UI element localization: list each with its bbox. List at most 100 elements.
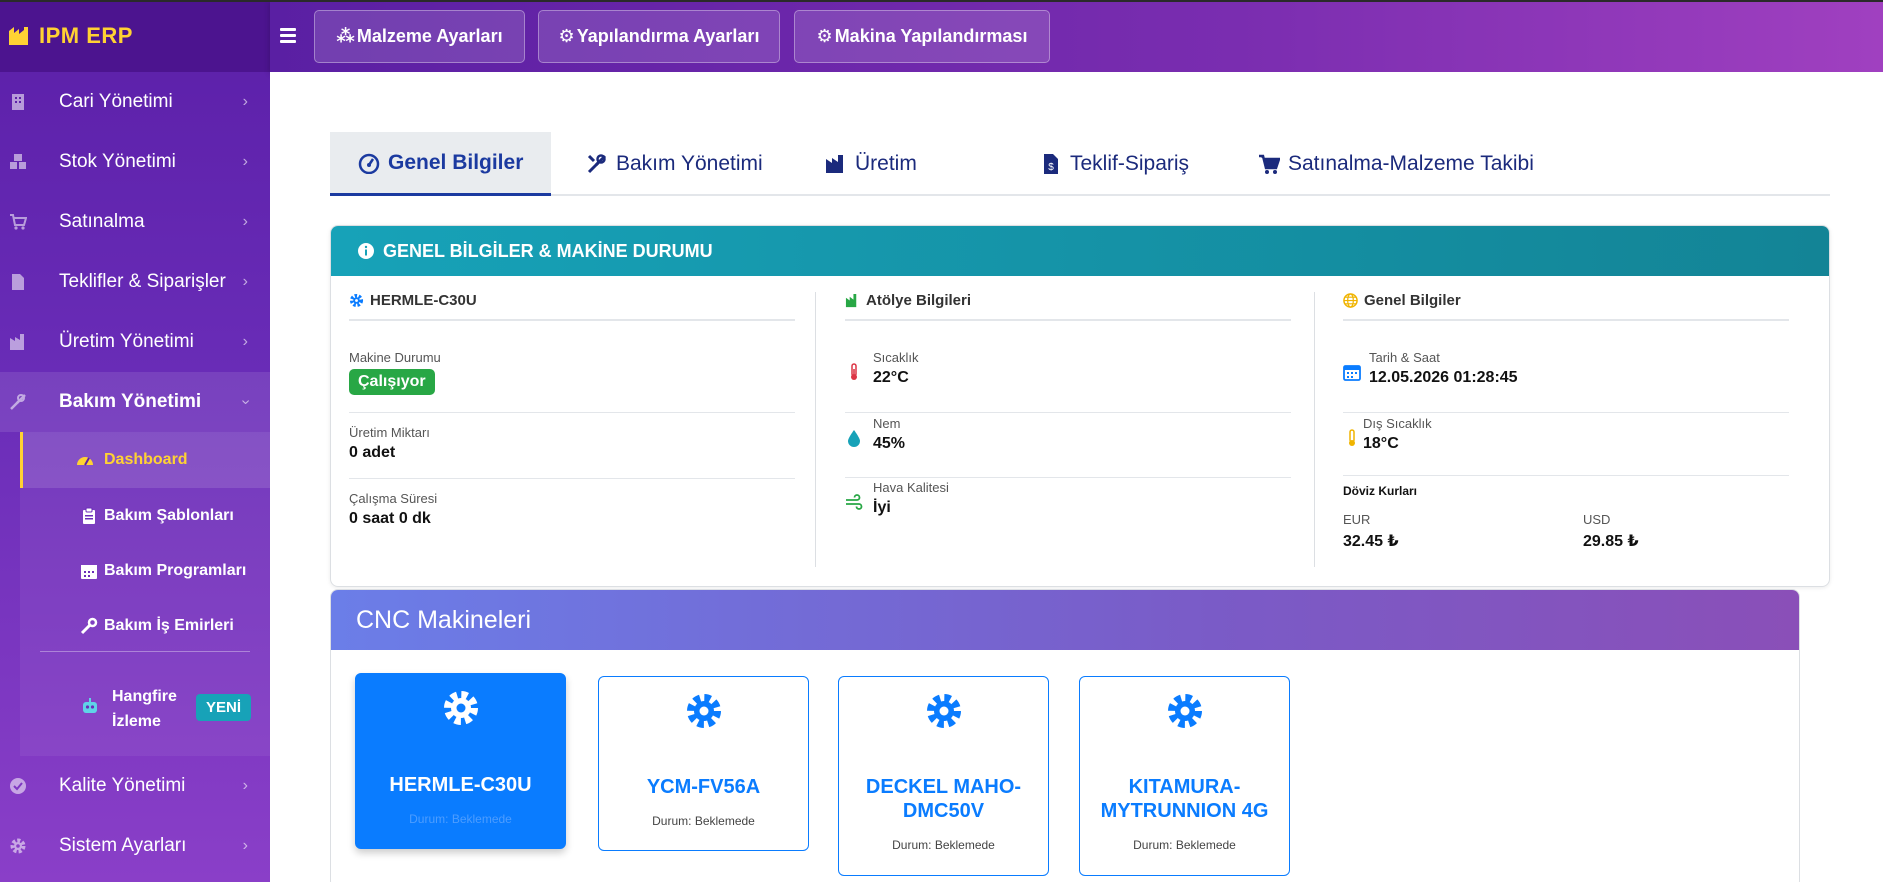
sidebar-item-satinalma[interactable]: Satınalma › — [0, 192, 270, 252]
sidebar-item-label: Teklifler & Siparişler — [59, 271, 226, 292]
field-label: Hava Kalitesi — [873, 480, 949, 495]
field-label: Sıcaklık — [873, 350, 919, 365]
sub-item-is-emirleri[interactable]: Bakım İş Emirleri — [20, 598, 270, 654]
topbar: ⁂ Malzeme Ayarları ⚙ Yapılandırma Ayarla… — [270, 0, 1883, 72]
sidebar-item-kalite[interactable]: Kalite Yönetimi › — [0, 756, 270, 816]
field-value: 0 adet — [349, 444, 396, 461]
column-title: Genel Bilgiler — [1343, 292, 1789, 321]
datetime-field: Tarih & Saat 12.05.2026 01:28:45 — [1369, 350, 1518, 387]
sidebar-item-label: Sistem Ayarları — [59, 835, 187, 856]
column-title: Atölye Bilgileri — [845, 292, 1291, 321]
sub-item-label: Bakım Programları — [104, 562, 247, 579]
machine-card-hermle[interactable]: HERMLE-C30U Durum: Beklemede — [355, 673, 566, 849]
general-info-card: GENEL BİLGİLER & MAKİNE DURUMU HERMLE-C3… — [330, 225, 1830, 587]
chevron-right-icon: › — [242, 153, 248, 170]
machine-name: DECKEL MAHO-DMC50V — [865, 776, 1022, 822]
outside-temp-field: Dış Sıcaklık 18°C — [1363, 416, 1432, 453]
wrench-icon — [80, 617, 98, 635]
tab-label: Üretim — [855, 152, 917, 175]
sub-item-hangfire[interactable]: Hangfire İzleme YENİ — [20, 664, 270, 752]
calendar-icon — [1343, 365, 1361, 381]
button-label: Yapılandırma Ayarları — [576, 26, 760, 46]
tools-icon — [587, 154, 607, 174]
tab-genel-bilgiler[interactable]: Genel Bilgiler — [330, 132, 551, 196]
info-circle-icon — [358, 243, 374, 259]
machine-status: Durum: Beklemede — [1133, 838, 1236, 852]
sidebar-item-stok[interactable]: Stok Yönetimi › — [0, 132, 270, 192]
sidebar-item-uretim[interactable]: Üretim Yönetimi › — [0, 312, 270, 372]
machine-card-ycm[interactable]: YCM-FV56A Durum: Beklemede — [598, 676, 809, 851]
chevron-right-icon: › — [242, 273, 248, 290]
machine-name: YCM-FV56A — [646, 776, 761, 798]
malzeme-ayarlari-button[interactable]: ⁂ Malzeme Ayarları — [314, 10, 525, 63]
chevron-right-icon: › — [242, 333, 248, 350]
tab-uretim[interactable]: Üretim — [825, 132, 917, 196]
usd-rate-field: USD 29.85 ₺ — [1583, 512, 1639, 551]
tab-teklif-siparis[interactable]: $ Teklif-Sipariş — [1040, 132, 1189, 196]
card-title: GENEL BİLGİLER & MAKİNE DURUMU — [383, 240, 713, 261]
tab-label: Genel Bilgiler — [388, 150, 524, 174]
yapilandirma-ayarlari-button[interactable]: ⚙ Yapılandırma Ayarları — [538, 10, 780, 63]
tab-label: Bakım Yönetimi — [616, 152, 763, 175]
field-value: 0 saat 0 dk — [349, 510, 431, 527]
makina-yapilandirmasi-button[interactable]: ⚙ Makina Yapılandırması — [794, 10, 1050, 63]
check-circle-icon — [10, 778, 26, 794]
sidebar-item-label: Stok Yönetimi — [59, 151, 176, 172]
field-value: 45% — [873, 435, 906, 452]
field-label: Nem — [873, 416, 901, 431]
tab-bakim-yonetimi[interactable]: Bakım Yönetimi — [586, 132, 763, 196]
brand-name: IPM ERP — [39, 23, 133, 48]
calendar-icon — [81, 565, 97, 579]
sidebar-item-cari[interactable]: Cari Yönetimi › — [0, 72, 270, 132]
field-label: Üretim Miktarı — [349, 425, 430, 440]
field-label: Dış Sıcaklık — [1363, 416, 1432, 431]
sidebar-item-bakim[interactable]: Bakım Yönetimi › — [0, 372, 270, 432]
industry-icon — [10, 334, 24, 350]
chevron-right-icon: › — [242, 213, 248, 230]
sidebar-item-label: Üretim Yönetimi — [59, 331, 194, 352]
sidebar-item-teklifler[interactable]: Teklifler & Siparişler › — [0, 252, 270, 312]
field-value: 29.85 ₺ — [1583, 533, 1639, 550]
gear-icon — [1167, 694, 1202, 728]
gear-icon — [10, 838, 26, 854]
boxes-icon — [10, 154, 26, 169]
field-label: Çalışma Süresi — [349, 491, 438, 506]
sub-item-programlar[interactable]: Bakım Programları — [20, 543, 270, 599]
file-invoice-icon — [12, 274, 24, 290]
chevron-right-icon: › — [242, 777, 248, 794]
gear-icon: ⚙ — [558, 26, 575, 46]
sub-item-sablonlar[interactable]: Bakım Şablonları — [20, 488, 270, 544]
workshop-title: Atölye Bilgileri — [866, 292, 972, 309]
thermometer-icon — [1349, 429, 1355, 446]
industry-icon — [826, 155, 843, 173]
machine-card-kitamura[interactable]: KITAMURA-MYTRUNNION 4G Durum: Beklemede — [1079, 676, 1290, 876]
machine-card-deckel[interactable]: DECKEL MAHO-DMC50V Durum: Beklemede — [838, 676, 1049, 876]
sub-item-dashboard[interactable]: Dashboard — [20, 432, 270, 488]
machine-name: HERMLE-C30U — [389, 774, 532, 796]
machine-status-field: Makine Durumu Çalışıyor — [349, 350, 441, 395]
card-title: CNC Makineleri — [356, 605, 532, 634]
cnc-machines-card: CNC Makineleri HERMLE-C30U Durum: Beklem… — [330, 589, 1800, 882]
industry-icon — [845, 293, 857, 308]
field-value: 18°C — [1363, 435, 1399, 452]
cart-icon — [1259, 154, 1280, 174]
bakim-submenu: Dashboard Bakım Şablonları Bakım Program… — [20, 432, 270, 756]
field-label: Tarih & Saat — [1369, 350, 1440, 365]
field-value: 32.45 ₺ — [1343, 533, 1399, 550]
machine-status: Durum: Beklemede — [652, 814, 755, 828]
menu-toggle-icon[interactable] — [280, 28, 296, 43]
submenu-divider — [40, 651, 250, 652]
humidity-field: Nem 45% — [873, 416, 905, 453]
machine-status: Durum: Beklemede — [892, 838, 995, 852]
brand[interactable]: IPM ERP — [0, 0, 270, 72]
svg-text:$: $ — [1048, 162, 1054, 173]
sidebar-item-sistem[interactable]: Sistem Ayarları › — [0, 816, 270, 876]
tab-label: Satınalma-Malzeme Takibi — [1288, 152, 1534, 175]
sidebar-item-label: Cari Yönetimi — [59, 91, 173, 112]
row-divider — [1343, 475, 1789, 476]
row-divider — [845, 477, 1291, 478]
sub-item-label: Bakım İş Emirleri — [104, 617, 234, 634]
cart-icon — [10, 214, 27, 230]
column-divider — [1314, 292, 1315, 567]
tab-satinalma-malzeme[interactable]: Satınalma-Malzeme Takibi — [1258, 132, 1534, 196]
